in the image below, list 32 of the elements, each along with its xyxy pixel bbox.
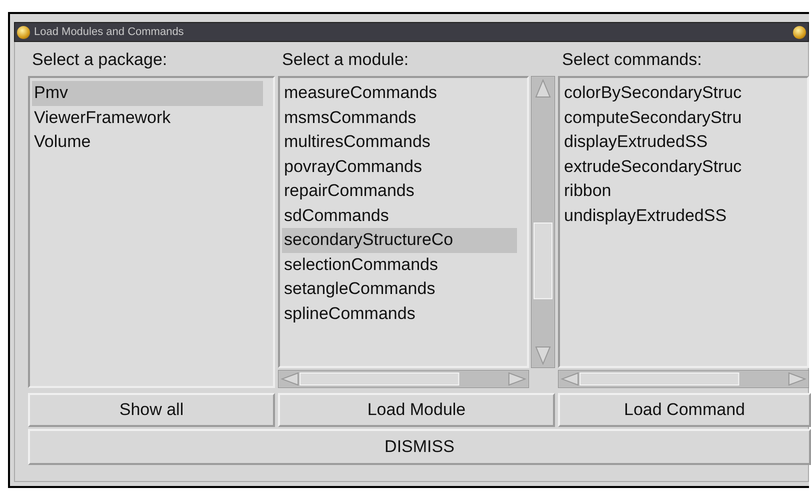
column-heading: Select a module:: [281, 49, 410, 71]
list-item[interactable]: sdCommands: [282, 204, 517, 228]
list-item[interactable]: multiresCommands: [282, 130, 517, 154]
action-button[interactable]: Load Module: [278, 393, 555, 427]
list-item[interactable]: measureCommands: [282, 81, 517, 106]
action-button[interactable]: Show all: [28, 393, 275, 427]
list-item[interactable]: colorBySecondaryStruc: [562, 81, 797, 106]
column-heading: Select a package:: [31, 49, 168, 71]
list-item[interactable]: repairCommands: [282, 179, 517, 204]
list-item[interactable]: computeSecondaryStru: [562, 106, 797, 130]
orb-icon[interactable]: [793, 26, 806, 38]
list-item[interactable]: ViewerFramework: [32, 106, 263, 130]
horizontal-scrollbar[interactable]: [278, 370, 529, 388]
list-item[interactable]: Pmv: [32, 81, 263, 106]
list-item[interactable]: displayExtrudedSS: [562, 130, 797, 154]
list-item[interactable]: povrayCommands: [282, 154, 517, 179]
action-button[interactable]: Load Command: [558, 393, 811, 427]
horizontal-scrollbar[interactable]: [558, 370, 809, 388]
list-item[interactable]: selectionCommands: [282, 252, 517, 277]
list-item[interactable]: splineCommands: [282, 302, 517, 326]
list-item[interactable]: secondaryStructureCo: [282, 228, 517, 252]
dismiss-button[interactable]: DISMISS: [28, 429, 811, 465]
window-title: Load Modules and Commands: [34, 26, 184, 38]
orb-icon[interactable]: [17, 26, 30, 38]
list-item[interactable]: extrudeSecondaryStruc: [562, 154, 797, 179]
list-item[interactable]: ribbon: [562, 179, 797, 204]
list-item[interactable]: msmsCommands: [282, 106, 517, 130]
column-heading: Select commands:: [561, 49, 703, 71]
list-item[interactable]: undisplayExtrudedSS: [562, 204, 797, 228]
list-item[interactable]: setangleCommands: [282, 277, 517, 302]
list-item[interactable]: Volume: [32, 130, 263, 154]
vertical-scrollbar[interactable]: [531, 76, 555, 368]
